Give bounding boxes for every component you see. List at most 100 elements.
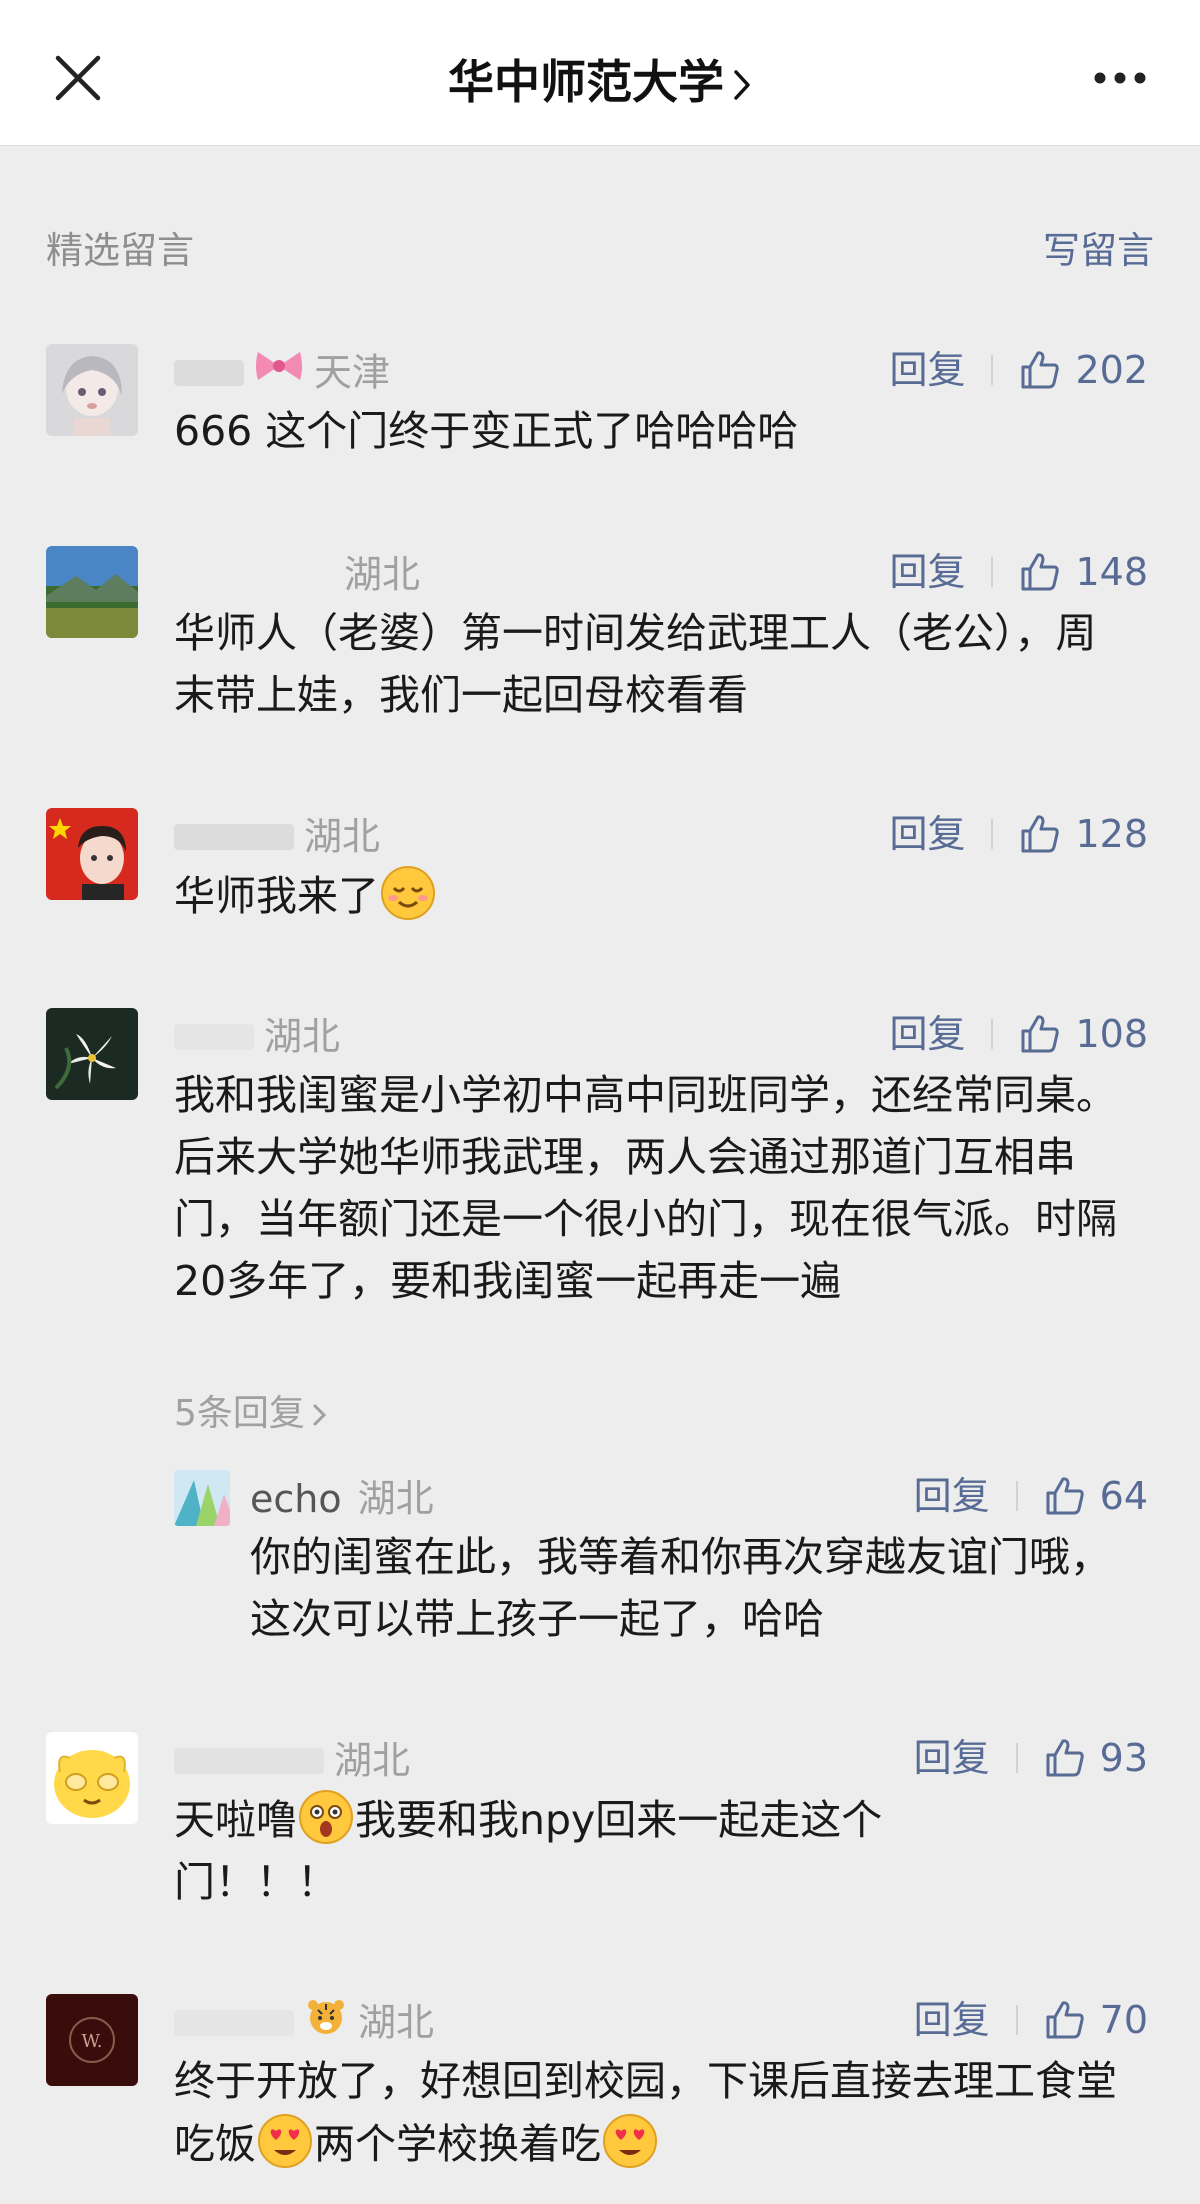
reply-button[interactable]: 回复 — [914, 1994, 990, 2046]
like-count: 108 — [1075, 1012, 1148, 1056]
svg-text:W.: W. — [81, 2031, 102, 2052]
nickname-redacted — [174, 359, 244, 386]
comment-text: 666 这个门终于变正式了哈哈哈哈 — [174, 407, 799, 455]
like-button[interactable]: 148 — [1019, 546, 1148, 598]
like-button[interactable]: 93 — [1044, 1732, 1148, 1784]
comment-text: 天啦噜 我要和我npy回来一起走这个门！！！ — [174, 1788, 994, 1913]
comment-actions: 回复 93 — [914, 1732, 1148, 1784]
divider — [991, 355, 994, 385]
page-title[interactable]: 华中师范大学 — [0, 52, 1200, 116]
comment-item: 湖北 回复 108 我和我闺蜜是小学初中高中同班同学，还经常同桌。后来大学她华师… — [0, 1008, 1200, 1448]
comment-actions: 回复 148 — [889, 546, 1148, 598]
like-count: 128 — [1075, 812, 1148, 856]
comment-actions: 回复 128 — [889, 808, 1148, 860]
comment-actions: 回复 202 — [889, 344, 1148, 396]
reply-meta: echo 湖北 — [250, 1470, 434, 1522]
thumbs-up-icon — [1046, 2001, 1084, 2039]
comment-meta: 天津 — [174, 344, 390, 396]
reply-button[interactable]: 回复 — [889, 808, 965, 860]
location: 湖北 — [264, 1014, 341, 1059]
section-header: 精选留言 写留言 — [46, 225, 1154, 281]
divider — [1015, 1481, 1018, 1511]
bow-emoji-icon — [254, 346, 304, 399]
divider — [991, 557, 994, 587]
chevron-right-icon — [732, 56, 752, 116]
nickname-redacted — [174, 2009, 294, 2036]
like-button[interactable]: 108 — [1019, 1008, 1148, 1060]
like-count: 70 — [1099, 1998, 1148, 2042]
comment-meta: 湖北 — [174, 1732, 410, 1784]
location: 湖北 — [358, 2000, 435, 2045]
comment-item: 湖北 回复 148 华师人（老婆）第一时间发给武理工人（老公），周末带上娃，我们… — [0, 546, 1200, 719]
comment-item: W. 湖北 回复 70 终于开放了，好想回到校园，下课后直接去理工食堂吃饭 两个学… — [0, 1994, 1200, 2174]
comment-meta: 湖北 — [174, 1994, 434, 2046]
comment-meta: 湖北 — [174, 808, 380, 860]
comment-actions: 回复 70 — [914, 1994, 1148, 2046]
location: 天津 — [314, 350, 391, 395]
thumbs-up-icon — [1021, 815, 1060, 853]
comment-text: 华师人（老婆）第一时间发给武理工人（老公），周末带上娃，我们一起回母校看看 — [174, 609, 1097, 719]
like-count: 93 — [1099, 1736, 1148, 1780]
avatar — [46, 344, 138, 436]
reply-button[interactable]: 回复 — [889, 546, 965, 598]
page-title-text: 华中师范大学 — [448, 55, 724, 109]
section-title: 精选留言 — [46, 229, 194, 272]
comment-text: 终于开放了，好想回到校园，下课后直接去理工食堂吃饭 两个学校换着吃 — [174, 2050, 1124, 2175]
nickname-redacted — [174, 1023, 254, 1050]
reply-text: 你的闺蜜在此，我等着和你再次穿越友谊门哦，这次可以带上孩子一起了，哈哈 — [250, 1533, 1111, 1643]
like-count: 148 — [1075, 550, 1148, 594]
more-icon[interactable] — [1092, 68, 1148, 88]
smile-emoji-icon — [379, 864, 437, 922]
heart-eyes-emoji-icon — [601, 2112, 659, 2170]
like-count: 202 — [1075, 348, 1148, 392]
reply-avatar — [174, 1470, 230, 1526]
more-replies-label: 5条回复 — [174, 1393, 305, 1434]
heart-eyes-emoji-icon — [256, 2112, 314, 2170]
location: 湖北 — [334, 1738, 411, 1783]
reply-button[interactable]: 回复 — [889, 344, 965, 396]
tiger-emoji-icon — [304, 1996, 348, 2049]
divider — [991, 819, 994, 849]
location: 湖北 — [357, 1476, 434, 1521]
reply-item: echo 湖北 回复 64 你的闺蜜在此，我等着和你再次穿越友谊门哦，这次可以带上… — [0, 1470, 1200, 1650]
comment-meta: 湖北 — [174, 546, 420, 598]
shocked-emoji-icon — [297, 1788, 355, 1846]
more-replies-link[interactable]: 5条回复 — [174, 1388, 329, 1440]
like-button[interactable]: 202 — [1019, 344, 1148, 396]
nickname-redacted — [174, 1747, 324, 1774]
chevron-right-icon — [313, 1404, 327, 1426]
thumbs-up-icon — [1021, 553, 1060, 591]
thumbs-up-icon — [1046, 1739, 1084, 1777]
like-count: 64 — [1099, 1474, 1148, 1518]
comment-actions: 回复 108 — [889, 1008, 1148, 1060]
comment-meta: 湖北 — [174, 1008, 340, 1060]
comment-text: 我和我闺蜜是小学初中高中同班同学，还经常同桌。后来大学她华师我武理，两人会通过那… — [174, 1071, 1117, 1305]
location: 湖北 — [304, 814, 381, 859]
write-comment-button[interactable]: 写留言 — [1043, 225, 1154, 277]
location: 湖北 — [344, 552, 421, 597]
avatar — [46, 1008, 138, 1100]
reply-button[interactable]: 回复 — [914, 1470, 990, 1522]
comment-text-part-b: 两个学校换着吃 — [314, 2120, 601, 2168]
avatar — [46, 808, 138, 900]
avatar: W. — [46, 1994, 138, 2086]
comment-text-part-a: 天啦噜 — [174, 1796, 297, 1844]
comment-item: 湖北 回复 93 天啦噜 我要和我npy回来一起走这个门！！！ — [0, 1732, 1200, 1912]
like-button[interactable]: 64 — [1044, 1470, 1148, 1522]
thumbs-up-icon — [1046, 1477, 1084, 1515]
avatar — [46, 546, 138, 638]
comment-text-content: 华师我来了 — [174, 872, 379, 920]
nickname-redacted — [174, 823, 294, 850]
reply-actions: 回复 64 — [914, 1470, 1148, 1522]
divider — [1015, 2005, 1018, 2035]
thumbs-up-icon — [1021, 1015, 1060, 1053]
like-button[interactable]: 128 — [1019, 808, 1148, 860]
comment-item: 天津 回复 202 666 这个门终于变正式了哈哈哈哈 — [0, 344, 1200, 464]
comment-text: 华师我来了 — [174, 864, 1124, 927]
divider — [1015, 1743, 1018, 1773]
comment-item: 湖北 回复 128 华师我来了 — [0, 808, 1200, 928]
reply-button[interactable]: 回复 — [914, 1732, 990, 1784]
reply-button[interactable]: 回复 — [889, 1008, 965, 1060]
reply-nickname: echo — [250, 1476, 342, 1521]
like-button[interactable]: 70 — [1044, 1994, 1148, 2046]
